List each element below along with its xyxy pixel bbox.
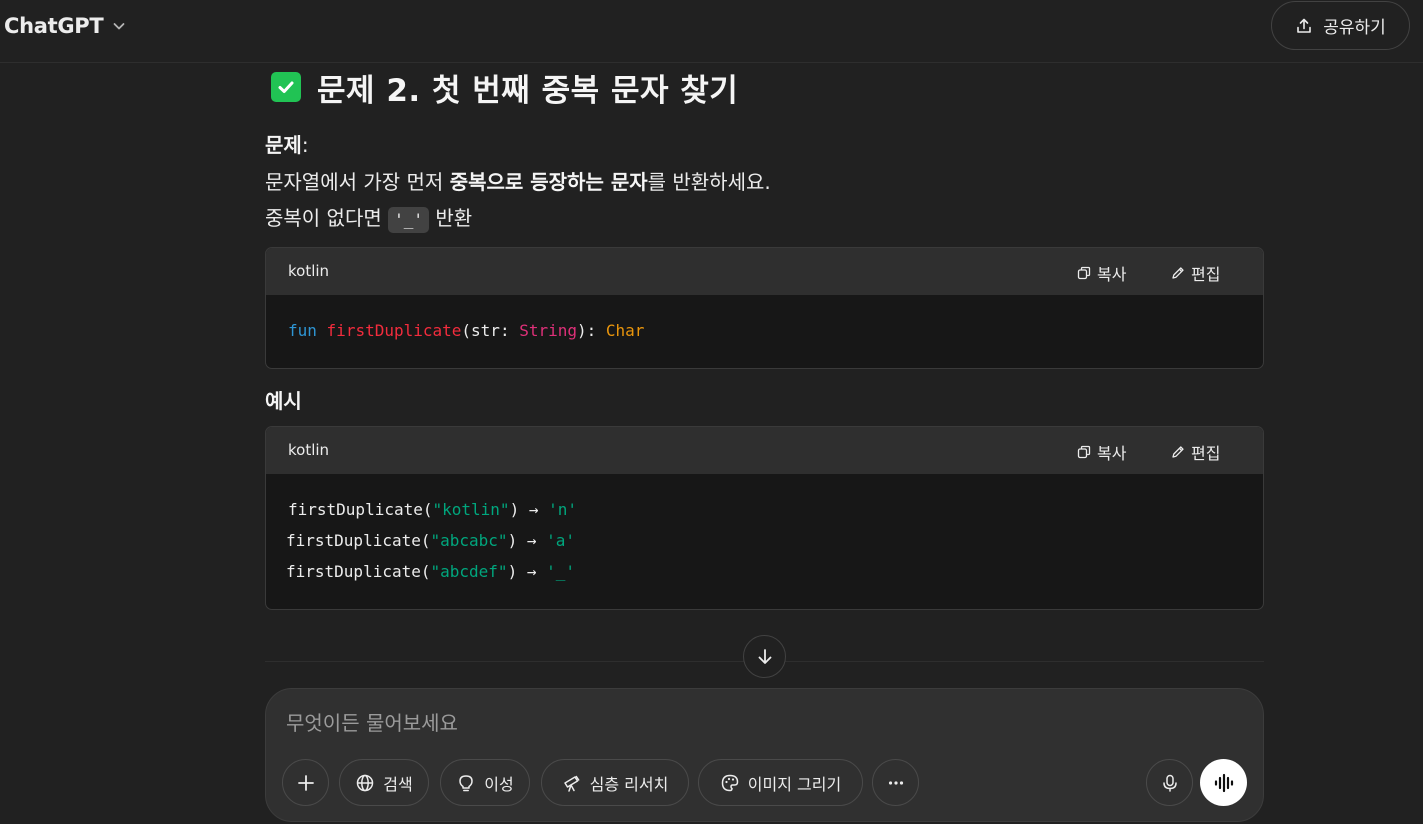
code-keyword: fun [288,321,317,340]
code-text: ) → [507,562,547,581]
composer: 검색 이성 심층 리서치 이미지 그리기 [265,688,1264,822]
reason-button[interactable]: 이성 [440,759,530,806]
code-text: ) → [509,500,549,519]
palette-icon [720,773,740,793]
mic-icon [1160,773,1180,793]
code-type: String [519,321,577,340]
copy-icon [1077,266,1091,280]
code-block-signature: kotlin 복사 편집 fun firstDuplicate(str: Str… [265,247,1264,369]
check-box-icon [271,72,301,102]
code-text: (str: [461,321,520,340]
code-string: "kotlin" [432,500,510,519]
voice-wave-icon [1213,772,1235,794]
globe-icon [355,773,375,793]
heading-text: 문제 2. 첫 번째 중복 문자 찾기 [317,72,739,109]
problem-description: 문자열에서 가장 먼저 중복으로 등장하는 문자를 반환하세요. [265,168,771,196]
copy-code-button[interactable]: 복사 [1077,440,1126,464]
voice-mode-button[interactable] [1200,759,1247,806]
edit-icon [1171,445,1185,459]
code-string: "abcdef" [430,562,508,581]
code-function: firstDuplicate [326,321,462,340]
scroll-to-bottom-button[interactable] [743,635,786,678]
share-button[interactable]: 공유하기 [1271,1,1410,50]
model-name: ChatGPT [4,14,104,38]
problem-label-line: 문제: [265,131,309,159]
desc-text: 문자열에서 가장 먼저 [265,170,450,194]
edit-label: 편집 [1191,444,1221,463]
code-body: fun firstDuplicate(str: String): Char [266,295,1263,368]
dictate-button[interactable] [1146,759,1193,806]
fallback-text: 중복이 없다면 [265,206,389,230]
desc-bold: 중복으로 등장하는 문자 [449,170,648,194]
code-text: firstDuplicate( [288,500,433,519]
chevron-down-icon [111,18,127,34]
model-switcher[interactable]: ChatGPT [4,11,127,41]
problem-colon: : [301,133,309,157]
code-string: "abcabc" [430,531,508,550]
top-bar: ChatGPT 공유하기 [0,0,1423,63]
image-label: 이미지 그리기 [747,774,842,794]
problem-label: 문제 [265,133,302,157]
attach-button[interactable] [282,759,329,806]
plus-icon [296,773,316,793]
examples-title: 예시 [265,389,302,413]
code-header: kotlin 복사 편집 [266,427,1263,474]
code-language: kotlin [288,262,330,280]
code-block-examples: kotlin 복사 편집 firstDuplicate("kotlin") → … [265,426,1264,610]
message-heading: 문제 2. 첫 번째 중복 문자 찾기 [271,69,738,109]
share-label: 공유하기 [1323,18,1386,38]
code-string: 'a' [546,531,575,550]
more-tools-button[interactable] [872,759,919,806]
code-language: kotlin [288,441,330,459]
code-body: firstDuplicate("kotlin") → 'n' firstDupl… [266,474,1263,609]
code-text: firstDuplicate( [286,531,431,550]
code-text: ) → [507,531,547,550]
desc-text-end: 를 반환하세요. [647,170,771,194]
arrow-down-icon [755,647,775,667]
prompt-input[interactable] [286,705,1226,741]
telescope-icon [562,773,582,793]
code-line: fun firstDuplicate(str: String): Char [288,321,644,340]
bulb-icon [456,773,476,793]
edit-icon [1171,266,1185,280]
code-return-type: Char [605,321,645,340]
fallback-text-end: 반환 [429,206,473,230]
code-string: 'n' [548,500,577,519]
edit-label: 편집 [1191,265,1221,284]
code-text: firstDuplicate( [286,562,431,581]
image-button[interactable]: 이미지 그리기 [698,759,863,806]
copy-code-button[interactable]: 복사 [1077,261,1126,285]
edit-code-button[interactable]: 편집 [1171,261,1220,285]
problem-fallback: 중복이 없다면 '_' 반환 [265,204,472,233]
more-icon [886,773,906,793]
deep-research-button[interactable]: 심층 리서치 [541,759,689,806]
copy-icon [1077,445,1091,459]
search-label: 검색 [383,774,413,794]
copy-label: 복사 [1097,444,1127,463]
search-button[interactable]: 검색 [339,759,429,806]
share-icon [1295,17,1313,35]
inline-code: '_' [388,206,430,233]
deep-research-label: 심층 리서치 [589,774,669,794]
code-header: kotlin 복사 편집 [266,248,1263,295]
reason-label: 이성 [484,774,514,794]
code-line: firstDuplicate("abcabc") → 'a' [286,531,575,550]
copy-label: 복사 [1097,265,1127,284]
code-line: firstDuplicate("abcdef") → '_' [286,562,575,581]
code-text: ): [577,321,606,340]
code-line: firstDuplicate("kotlin") → 'n' [288,500,577,519]
edit-code-button[interactable]: 편집 [1171,440,1220,464]
code-string: '_' [546,562,575,581]
